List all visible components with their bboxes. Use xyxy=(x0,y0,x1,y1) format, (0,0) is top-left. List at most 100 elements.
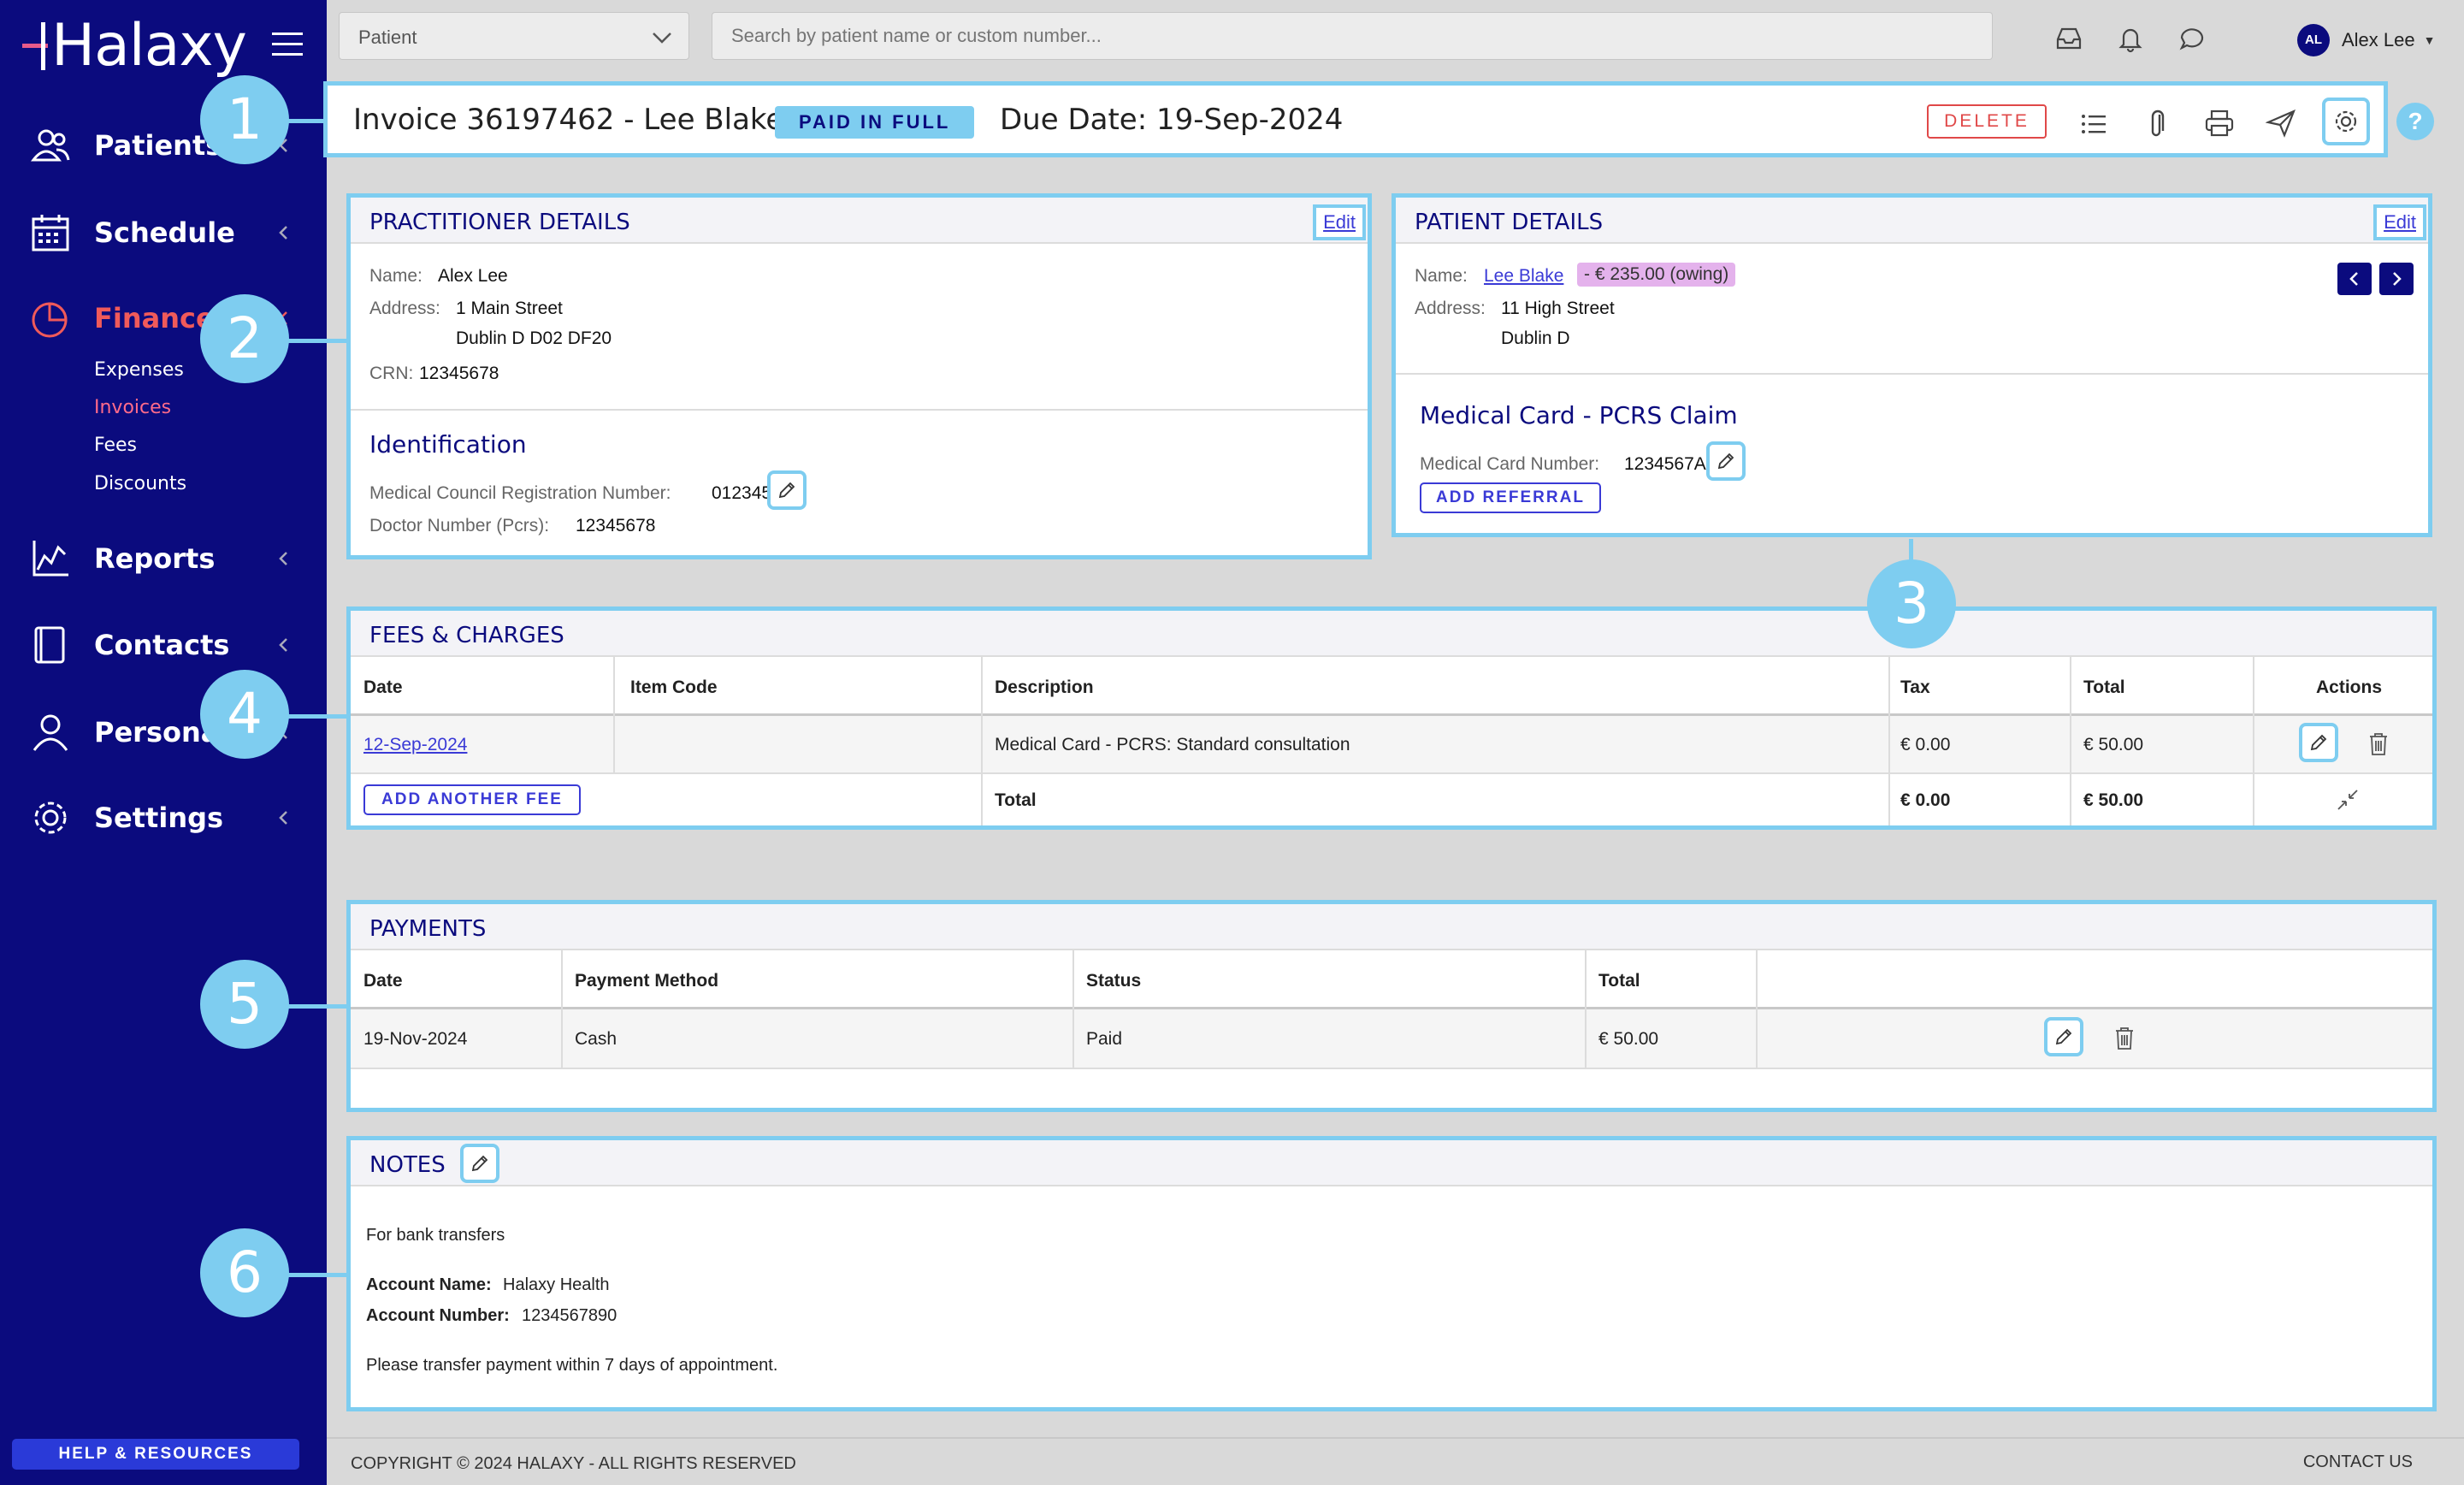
contact-us-link[interactable]: CONTACT US xyxy=(2303,1452,2413,1472)
payment-status: Paid xyxy=(1086,1029,1123,1049)
next-patient-button[interactable] xyxy=(2379,263,2414,295)
divider xyxy=(1396,373,2428,375)
col-header-item-code: Item Code xyxy=(630,677,718,697)
settings-button[interactable] xyxy=(2322,98,2370,145)
sidebar-item-reports[interactable]: Reports xyxy=(29,535,303,583)
practitioner-details-panel: PRACTITIONER DETAILS Edit Name: Alex Lee… xyxy=(346,193,1372,559)
top-bar: Patient AL Alex Lee ▼ xyxy=(327,0,2464,74)
account-number: 1234567890 xyxy=(522,1306,617,1325)
callout-2: 2 xyxy=(200,294,289,383)
section-title: FEES & CHARGES xyxy=(369,623,564,648)
address-line2: Dublin D xyxy=(1501,328,1570,348)
subnav-expenses[interactable]: Expenses xyxy=(94,359,184,381)
fee-date-link[interactable]: 12-Sep-2024 xyxy=(363,735,467,755)
callout-1: 1 xyxy=(200,75,289,164)
sidebar-item-contacts[interactable]: Contacts xyxy=(29,621,303,669)
card-number-label: Medical Card Number: xyxy=(1420,454,1600,474)
add-another-fee-button[interactable]: ADD ANOTHER FEE xyxy=(363,784,581,815)
help-question-icon[interactable]: ? xyxy=(2396,103,2434,140)
patient-edit-link[interactable]: Edit xyxy=(2373,204,2426,240)
trash-icon[interactable] xyxy=(2367,731,2390,757)
subnav-fees[interactable]: Fees xyxy=(94,435,137,456)
panel-header: PAYMENTS xyxy=(351,904,2432,950)
doctor-number-value: 12345678 xyxy=(576,516,656,535)
col-divider xyxy=(613,657,615,772)
list-icon[interactable] xyxy=(2079,109,2108,139)
subnav-invoices[interactable]: Invoices xyxy=(94,397,171,418)
fee-total: € 50.00 xyxy=(2083,735,2144,754)
chevron-down-icon xyxy=(653,33,671,44)
subnav-discounts[interactable]: Discounts xyxy=(94,473,186,494)
crn-label: CRN: xyxy=(369,364,414,383)
edit-notes-button[interactable] xyxy=(460,1144,499,1183)
user-icon xyxy=(32,714,68,751)
col-header-total: Total xyxy=(1598,971,1640,991)
table-row: 12-Sep-2024 Medical Card - PCRS: Standar… xyxy=(351,716,2432,772)
edit-mcrn-button[interactable] xyxy=(767,470,807,510)
patient-name-link[interactable]: Lee Blake xyxy=(1484,266,1563,287)
patient-type-select[interactable]: Patient xyxy=(339,12,689,60)
halaxy-logo[interactable]: Halaxy xyxy=(22,12,247,80)
section-title: PRACTITIONER DETAILS xyxy=(369,210,630,235)
status-badge: PAID IN FULL xyxy=(775,106,975,139)
add-referral-button[interactable]: ADD REFERRAL xyxy=(1420,482,1601,513)
notes-line4: Please transfer payment within 7 days of… xyxy=(366,1356,778,1375)
sidebar-item-label: Contacts xyxy=(94,629,230,661)
trash-icon[interactable] xyxy=(2113,1026,2136,1051)
search-input[interactable] xyxy=(712,12,1993,60)
address-line1: 1 Main Street xyxy=(456,299,563,318)
panel-header: FEES & CHARGES xyxy=(351,611,2432,657)
col-divider xyxy=(1585,950,1587,1068)
user-menu[interactable]: AL Alex Lee ▼ xyxy=(2297,24,2435,56)
chevron-left-icon xyxy=(279,638,287,652)
panel-header: NOTES xyxy=(351,1140,2432,1186)
menu-toggle-icon[interactable] xyxy=(272,33,303,56)
help-resources-button[interactable]: HELP & RESOURCES xyxy=(12,1439,299,1470)
col-divider xyxy=(981,657,983,825)
chevron-left-icon xyxy=(279,552,287,565)
col-divider xyxy=(561,950,563,1068)
send-icon[interactable] xyxy=(2266,108,2296,139)
col-divider xyxy=(2253,657,2254,825)
pie-chart-icon xyxy=(32,302,68,338)
chat-icon[interactable] xyxy=(2177,24,2207,53)
bell-icon[interactable] xyxy=(2116,24,2145,53)
address-line1: 11 High Street xyxy=(1501,299,1615,318)
callout-connector xyxy=(287,339,349,343)
inbox-icon[interactable] xyxy=(2054,24,2083,53)
section-title: NOTES xyxy=(369,1152,446,1178)
footer: COPYRIGHT © 2024 HALAXY - ALL RIGHTS RES… xyxy=(327,1437,2464,1485)
fee-description: Medical Card - PCRS: Standard consultati… xyxy=(995,735,1350,754)
user-name: Alex Lee xyxy=(2342,29,2415,50)
logo-text: Halaxy xyxy=(51,11,247,80)
previous-patient-button[interactable] xyxy=(2337,263,2372,295)
collapse-arrows-icon[interactable] xyxy=(2335,787,2361,813)
printer-icon[interactable] xyxy=(2204,108,2235,139)
total-amount: € 50.00 xyxy=(2083,790,2144,810)
table-row: 19-Nov-2024 Cash Paid € 50.00 xyxy=(351,1009,2432,1068)
col-divider xyxy=(1072,950,1074,1068)
edit-payment-button[interactable] xyxy=(2044,1017,2083,1056)
sidebar-item-settings[interactable]: Settings xyxy=(29,794,303,842)
sidebar-item-schedule[interactable]: Schedule xyxy=(29,209,303,257)
divider xyxy=(351,772,2432,774)
fees-charges-panel: FEES & CHARGES Date Item Code Descriptio… xyxy=(346,606,2437,830)
chevron-left-icon xyxy=(279,226,287,240)
practitioner-edit-link[interactable]: Edit xyxy=(1313,204,1366,240)
edit-card-number-button[interactable] xyxy=(1706,441,1746,481)
patient-details-panel: PATIENT DETAILS Edit Name: Lee Blake - €… xyxy=(1392,193,2432,537)
delete-button[interactable]: DELETE xyxy=(1927,104,2047,139)
total-tax: € 0.00 xyxy=(1900,790,1951,810)
caret-down-icon: ▼ xyxy=(2423,33,2436,47)
paperclip-icon[interactable] xyxy=(2142,108,2172,140)
due-date: Due Date: 19-Sep-2024 xyxy=(1000,103,1344,137)
calendar-icon xyxy=(32,215,69,251)
edit-fee-button[interactable] xyxy=(2299,723,2338,762)
gear-icon xyxy=(2335,110,2357,133)
panel-header: PATIENT DETAILS Edit xyxy=(1396,198,2428,244)
patients-icon xyxy=(30,129,70,162)
col-header-description: Description xyxy=(995,677,1094,697)
chart-icon xyxy=(32,541,68,577)
col-header-total: Total xyxy=(2083,677,2125,697)
notes-line1: For bank transfers xyxy=(366,1226,505,1245)
